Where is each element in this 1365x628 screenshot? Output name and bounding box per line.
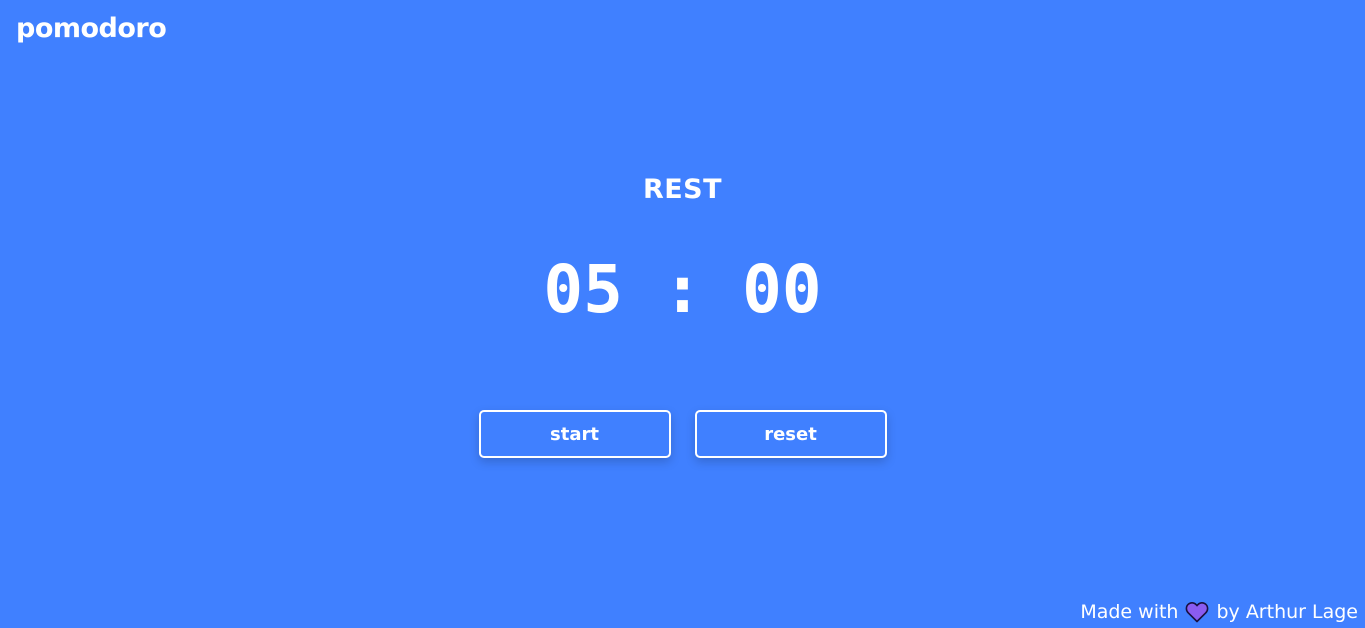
timer-seconds: 00 bbox=[742, 251, 822, 328]
footer-suffix: by Arthur Lage bbox=[1216, 601, 1358, 623]
heart-icon bbox=[1185, 601, 1209, 623]
brand-title: pomodoro bbox=[16, 13, 167, 44]
footer-credit: Made with by Arthur Lage bbox=[1080, 600, 1358, 624]
timer-separator: : bbox=[662, 251, 703, 328]
reset-button[interactable]: reset bbox=[694, 410, 887, 458]
footer-prefix: Made with bbox=[1080, 601, 1179, 623]
timer-display: 05 : 00 bbox=[0, 250, 1365, 330]
start-button[interactable]: start bbox=[478, 410, 671, 458]
mode-label: REST bbox=[642, 174, 723, 205]
pomodoro-app: pomodoro REST 05 : 00 start reset Made w… bbox=[0, 0, 1365, 628]
timer-minutes: 05 bbox=[543, 251, 623, 328]
timer-controls: start reset bbox=[0, 410, 1365, 458]
